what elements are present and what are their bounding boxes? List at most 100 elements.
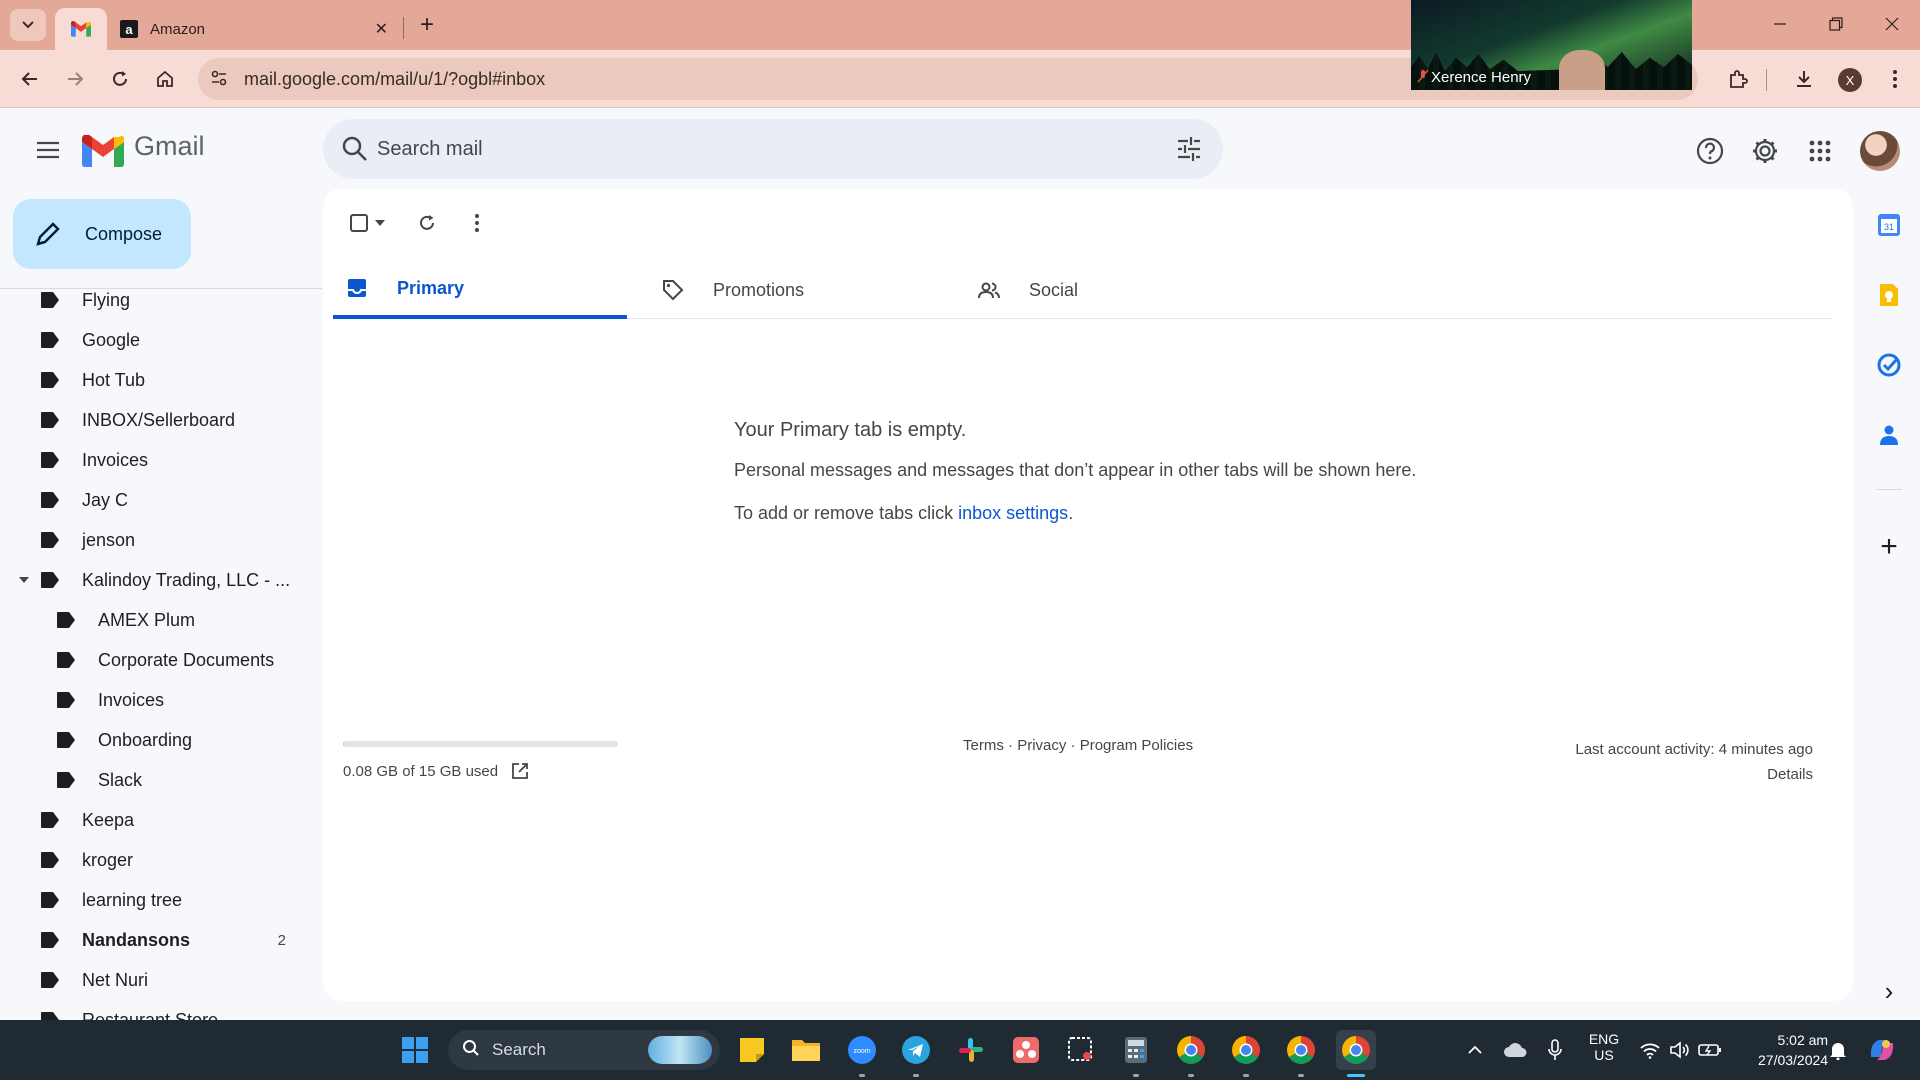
browser-tab-gmail[interactable] bbox=[55, 8, 107, 50]
sidebar-label-item[interactable]: Nandansons 2 bbox=[0, 920, 310, 960]
file-explorer-app[interactable] bbox=[786, 1030, 826, 1070]
tab-primary[interactable]: Primary bbox=[333, 261, 627, 319]
tasks-app-button[interactable] bbox=[1873, 349, 1905, 381]
sidebar-label-item[interactable]: Onboarding bbox=[0, 720, 310, 760]
chrome-app-active[interactable] bbox=[1336, 1030, 1376, 1070]
microphone-button[interactable] bbox=[1535, 1030, 1575, 1070]
keep-app-button[interactable] bbox=[1873, 279, 1905, 311]
get-addons-button[interactable]: + bbox=[1873, 530, 1905, 563]
support-button[interactable] bbox=[1690, 131, 1730, 171]
forward-button[interactable] bbox=[57, 61, 93, 97]
show-hidden-icons-button[interactable] bbox=[1455, 1030, 1495, 1070]
sidebar-label-item[interactable]: Corporate Documents bbox=[0, 640, 310, 680]
sidebar-label-item[interactable]: Jay C bbox=[0, 480, 310, 520]
tab-close-icon[interactable]: ✕ bbox=[375, 19, 388, 39]
taskbar-clock[interactable]: 5:02 am 27/03/2024 bbox=[1758, 1030, 1828, 1070]
reload-button[interactable] bbox=[102, 61, 138, 97]
main-menu-button[interactable] bbox=[30, 135, 66, 165]
language-indicator[interactable]: ENG US bbox=[1582, 1031, 1626, 1063]
browser-tab-amazon[interactable]: a Amazon ✕ bbox=[108, 8, 400, 50]
telegram-app[interactable] bbox=[896, 1030, 936, 1070]
copilot-button[interactable] bbox=[1862, 1030, 1902, 1070]
sidebar-label-item[interactable]: Kalindoy Trading, LLC - ... bbox=[0, 560, 310, 600]
sidebar-label-item[interactable]: Slack bbox=[0, 760, 310, 800]
search-options-icon[interactable] bbox=[1173, 133, 1205, 165]
site-settings-icon[interactable] bbox=[210, 69, 228, 92]
terms-link[interactable]: Terms bbox=[963, 737, 1004, 754]
extensions-button[interactable] bbox=[1720, 61, 1756, 97]
snipping-tool-app[interactable] bbox=[1061, 1030, 1101, 1070]
account-activity: Last account activity: 4 minutes ago Det… bbox=[1575, 737, 1813, 787]
expand-side-panel-button[interactable]: › bbox=[1873, 975, 1905, 1007]
tab-promotions[interactable]: Promotions bbox=[649, 261, 943, 319]
gmail-logo-icon[interactable] bbox=[82, 135, 124, 167]
select-dropdown[interactable] bbox=[371, 203, 389, 243]
asana-app[interactable] bbox=[1006, 1030, 1046, 1070]
privacy-link[interactable]: Privacy bbox=[1017, 737, 1066, 754]
label-tag-icon bbox=[41, 812, 59, 828]
inbox-settings-link[interactable]: inbox settings bbox=[958, 503, 1068, 523]
taskbar-search[interactable]: Search bbox=[448, 1030, 720, 1070]
windows-taskbar: Search zoom ENG US bbox=[0, 1020, 1920, 1080]
google-apps-button[interactable] bbox=[1800, 131, 1840, 171]
sidebar-label-item[interactable]: Hot Tub bbox=[0, 360, 310, 400]
downloads-button[interactable] bbox=[1786, 61, 1822, 97]
refresh-button[interactable] bbox=[407, 203, 447, 243]
empty-title: Your Primary tab is empty. bbox=[734, 419, 967, 441]
calculator-app[interactable] bbox=[1116, 1030, 1156, 1070]
calendar-app-button[interactable]: 31 bbox=[1873, 209, 1905, 241]
sidebar-label-item[interactable]: INBOX/Sellerboard bbox=[0, 400, 310, 440]
chrome-app-2[interactable] bbox=[1226, 1030, 1266, 1070]
open-in-new-icon[interactable] bbox=[510, 761, 530, 781]
empty-hint: To add or remove tabs click inbox settin… bbox=[734, 503, 1416, 524]
home-button[interactable] bbox=[147, 61, 183, 97]
settings-button[interactable] bbox=[1745, 131, 1785, 171]
tab-search-button[interactable] bbox=[10, 9, 46, 41]
sidebar-label-item[interactable]: kroger bbox=[0, 840, 310, 880]
expand-caret-icon[interactable] bbox=[19, 574, 29, 586]
sidebar-label-item[interactable]: Flying bbox=[0, 280, 310, 320]
activity-details-link[interactable]: Details bbox=[1767, 766, 1813, 783]
back-button[interactable] bbox=[12, 61, 48, 97]
close-window-button[interactable] bbox=[1867, 8, 1917, 40]
search-icon[interactable] bbox=[339, 133, 371, 165]
sidebar-label-item[interactable]: Keepa bbox=[0, 800, 310, 840]
battery-button[interactable] bbox=[1690, 1030, 1730, 1070]
start-button[interactable] bbox=[395, 1030, 435, 1070]
sidebar-label-item[interactable]: jenson bbox=[0, 520, 310, 560]
chrome-app-1[interactable] bbox=[1171, 1030, 1211, 1070]
sidebar-label-item[interactable]: Net Nuri bbox=[0, 960, 310, 1000]
zoom-app[interactable]: zoom bbox=[842, 1030, 882, 1070]
apps-grid-icon bbox=[1809, 140, 1831, 162]
running-indicator bbox=[1243, 1074, 1249, 1077]
tab-separator bbox=[403, 17, 404, 39]
program-policies-link[interactable]: Program Policies bbox=[1080, 737, 1193, 754]
chrome-app-3[interactable] bbox=[1281, 1030, 1321, 1070]
more-vert-icon bbox=[1893, 70, 1897, 88]
browser-menu-button[interactable] bbox=[1877, 61, 1913, 97]
search-input[interactable] bbox=[377, 119, 1137, 179]
onedrive-button[interactable] bbox=[1495, 1030, 1535, 1070]
more-actions-button[interactable] bbox=[457, 203, 497, 243]
sticky-notes-icon bbox=[740, 1038, 764, 1062]
sidebar-label-item[interactable]: Restaurant Store bbox=[0, 1000, 310, 1020]
video-call-overlay[interactable]: Xerence Henry bbox=[1411, 0, 1692, 90]
label-name: Invoices bbox=[98, 689, 165, 710]
sidebar-label-item[interactable]: Invoices bbox=[0, 440, 310, 480]
sticky-notes-app[interactable] bbox=[732, 1030, 772, 1070]
sidebar-label-item[interactable]: Google bbox=[0, 320, 310, 360]
tab-social[interactable]: Social bbox=[965, 261, 1259, 319]
sidebar-label-item[interactable]: Invoices bbox=[0, 680, 310, 720]
sidebar-label-item[interactable]: learning tree bbox=[0, 880, 310, 920]
compose-button[interactable]: Compose bbox=[13, 199, 191, 269]
slack-app[interactable] bbox=[951, 1030, 991, 1070]
new-tab-button[interactable]: + bbox=[412, 10, 442, 40]
browser-profile-avatar[interactable]: X bbox=[1838, 68, 1862, 92]
minimize-button[interactable] bbox=[1755, 8, 1805, 40]
tag-icon bbox=[663, 280, 684, 301]
contacts-app-button[interactable] bbox=[1873, 419, 1905, 451]
chrome-icon bbox=[1342, 1036, 1370, 1064]
restore-button[interactable] bbox=[1811, 8, 1861, 40]
sidebar-label-item[interactable]: AMEX Plum bbox=[0, 600, 310, 640]
account-avatar[interactable] bbox=[1860, 131, 1900, 171]
